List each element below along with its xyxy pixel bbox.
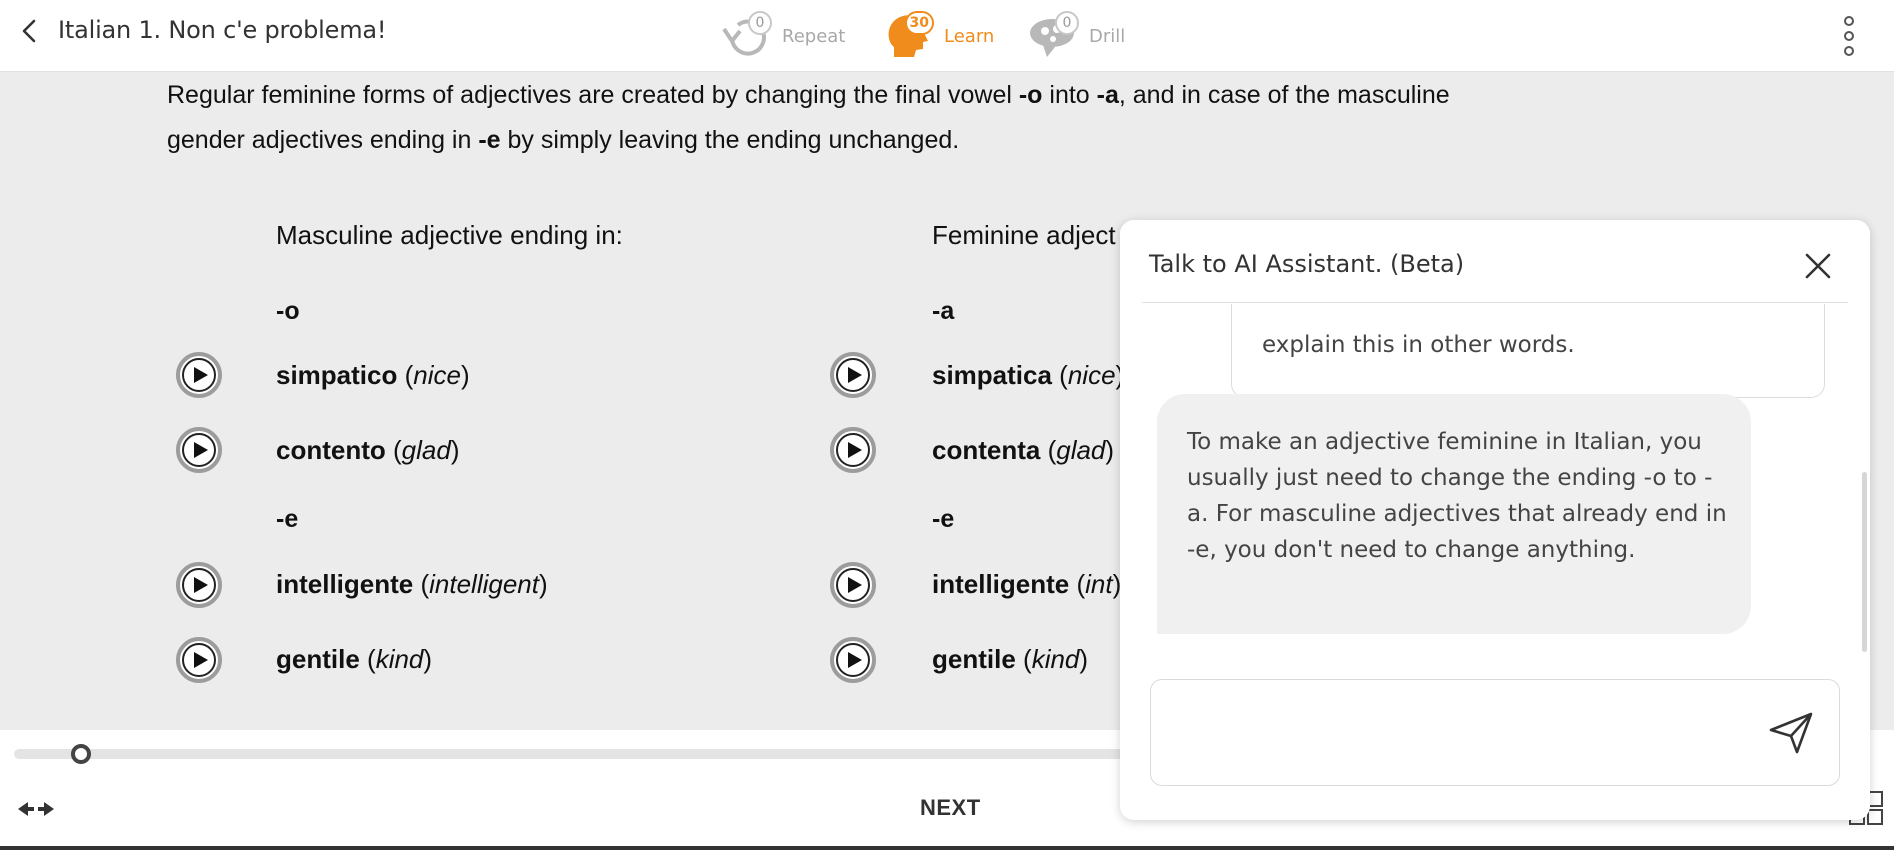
chat-scrollbar[interactable]: [1862, 472, 1867, 652]
ai-assistant-panel: explain this in other words. Talk to AI …: [1120, 220, 1870, 820]
play-audio-button[interactable]: [830, 352, 876, 398]
learn-count-badge: 30: [904, 11, 934, 35]
chat-input-box[interactable]: [1150, 679, 1840, 786]
feminine-word: simpatica (nice): [932, 360, 1124, 390]
mode-repeat[interactable]: 0 Repeat: [718, 8, 845, 64]
feminine-word: intelligente (int): [932, 569, 1122, 599]
bottom-border: [0, 846, 1894, 850]
assistant-message-text: To make an adjective feminine in Italian…: [1187, 429, 1727, 563]
feminine-suffix: -e: [932, 505, 955, 533]
play-audio-button[interactable]: [176, 637, 222, 683]
assistant-message-bubble: To make an adjective feminine in Italian…: [1157, 394, 1751, 634]
head-icon: 30: [880, 9, 934, 63]
masculine-word: intelligente (intelligent): [276, 569, 548, 599]
assistant-title: Talk to AI Assistant. (Beta): [1149, 250, 1465, 278]
play-audio-button[interactable]: [830, 637, 876, 683]
send-icon[interactable]: [1767, 708, 1815, 756]
play-audio-button[interactable]: [830, 427, 876, 473]
user-message-text: explain this in other words.: [1262, 332, 1575, 358]
mode-learn-label: Learn: [944, 25, 995, 47]
top-bar: Italian 1. Non c'e problema! 0 Repeat 30…: [0, 0, 1894, 72]
more-options-icon[interactable]: [1834, 14, 1864, 58]
chat-message-input[interactable]: [1171, 710, 1751, 754]
play-audio-button[interactable]: [176, 562, 222, 608]
course-title: Italian 1. Non c'e problema!: [58, 16, 387, 44]
mode-learn[interactable]: 30 Learn: [880, 8, 994, 64]
drill-count-badge: 0: [1055, 11, 1079, 35]
masculine-word: simpatico (nice): [276, 360, 470, 390]
feminine-word: gentile (kind): [932, 644, 1089, 674]
feminine-word: contenta (glad): [932, 435, 1115, 465]
masculine-word: contento (glad): [276, 435, 460, 465]
assistant-header: Talk to AI Assistant. (Beta): [1120, 220, 1870, 304]
play-audio-button[interactable]: [830, 562, 876, 608]
mode-repeat-label: Repeat: [782, 25, 846, 47]
assistant-divider: [1142, 302, 1848, 303]
play-audio-button[interactable]: [176, 427, 222, 473]
brain-icon: 0: [1025, 9, 1079, 63]
masculine-column-header: Masculine adjective ending in:: [276, 220, 623, 250]
back-arrow-icon[interactable]: [16, 17, 44, 45]
mode-drill[interactable]: 0 Drill: [1025, 8, 1125, 64]
play-audio-button[interactable]: [176, 352, 222, 398]
repeat-icon: 0: [718, 9, 772, 63]
lesson-progress-track[interactable]: [14, 749, 1144, 759]
close-icon[interactable]: [1802, 250, 1834, 282]
masculine-suffix: -e: [276, 505, 299, 533]
mode-drill-label: Drill: [1089, 25, 1126, 47]
repeat-count-badge: 0: [748, 11, 772, 35]
lesson-progress-knob[interactable]: [71, 744, 91, 764]
swap-arrows-icon[interactable]: [16, 797, 56, 821]
feminine-column-header: Feminine adject: [932, 220, 1116, 250]
feminine-suffix: -a: [932, 297, 955, 325]
next-button[interactable]: NEXT: [920, 795, 981, 821]
masculine-suffix: -o: [276, 297, 300, 325]
masculine-word: gentile (kind): [276, 644, 433, 674]
lesson-intro: Regular feminine forms of adjectives are…: [167, 81, 1450, 154]
